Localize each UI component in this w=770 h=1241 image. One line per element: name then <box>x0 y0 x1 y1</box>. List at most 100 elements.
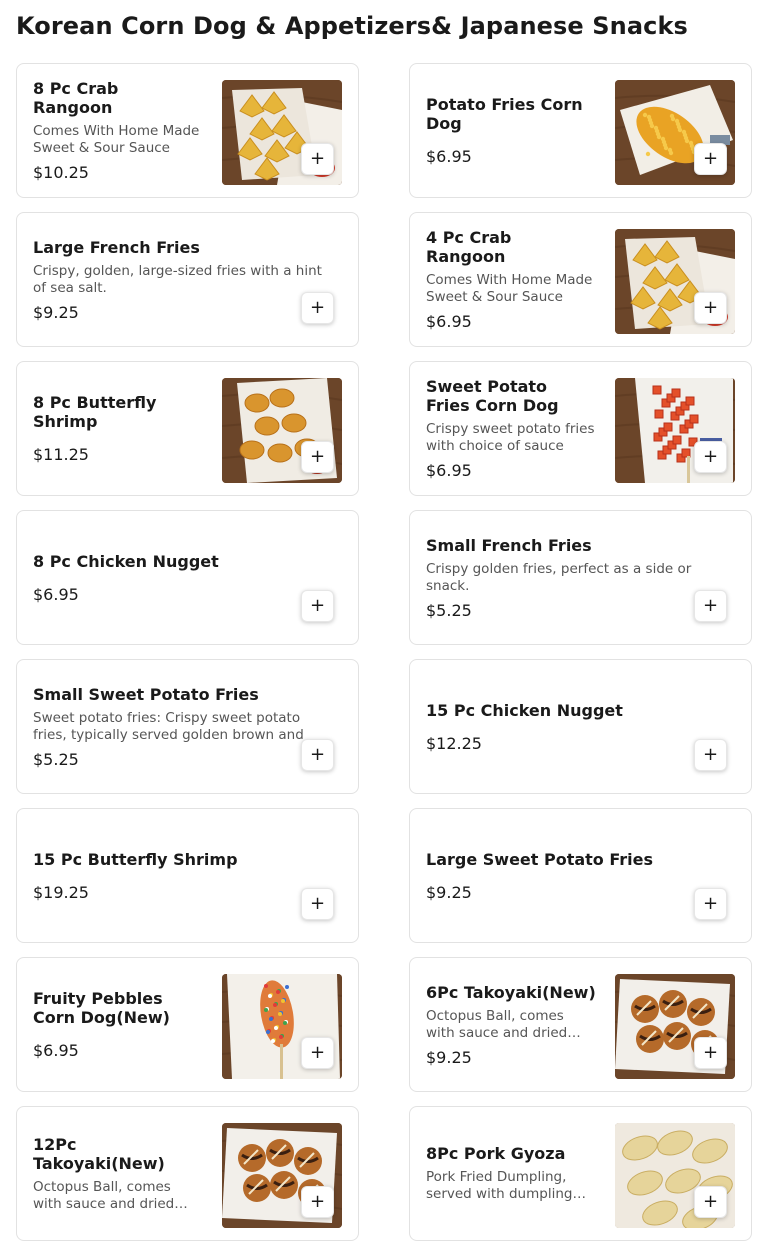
add-to-cart-button[interactable]: + <box>694 590 727 622</box>
menu-item-card[interactable]: Potato Fries Corn Dog $6.95 + <box>409 63 752 198</box>
menu-item-description: Sweet potato fries: Crispy sweet potato … <box>33 709 304 743</box>
add-to-cart-button[interactable]: + <box>301 888 334 920</box>
plus-icon: + <box>702 1190 719 1212</box>
menu-item-card[interactable]: 8 Pc Chicken Nugget $6.95 + <box>16 510 359 645</box>
menu-item-price: $10.25 <box>33 163 89 182</box>
menu-item-price: $5.25 <box>426 600 472 620</box>
plus-icon: + <box>309 445 326 467</box>
menu-item-description: Octopus Ball, comes with sauce and dried… <box>33 1178 175 1212</box>
add-to-cart-button[interactable]: + <box>694 1186 727 1218</box>
menu-item-text: Large Sweet Potato Fries $9.25 <box>426 809 726 942</box>
add-to-cart-button[interactable]: + <box>301 739 334 771</box>
menu-item-card[interactable]: Large Sweet Potato Fries $9.25 + <box>409 808 752 943</box>
menu-item-card[interactable]: 8Pc Pork Gyoza Pork Fried Dumpling, serve… <box>409 1106 752 1241</box>
plus-icon: + <box>702 594 719 616</box>
menu-item-name: Sweet Potato Fries Corn Dog <box>426 377 559 415</box>
menu-item-name: 8 Pc Crab Rangoon <box>33 79 119 117</box>
menu-item-card[interactable]: Fruity Pebbles Corn Dog(New) $6.95 + <box>16 957 359 1092</box>
menu-item-description: Crispy sweet potato fries with choice of… <box>426 421 595 454</box>
plus-icon: + <box>702 296 719 318</box>
menu-item-card[interactable]: Small French Fries Crispy golden fries, p… <box>409 510 752 645</box>
menu-item-name: 8 Pc Chicken Nugget <box>33 551 219 571</box>
menu-item-name: Large Sweet Potato Fries <box>426 849 654 869</box>
add-to-cart-button[interactable]: + <box>301 590 334 622</box>
menu-item-text: 12Pc Takoyaki(New) Octopus Ball, comes wi… <box>33 1107 203 1240</box>
add-to-cart-button[interactable]: + <box>301 1037 334 1069</box>
menu-item-text: 15 Pc Chicken Nugget $12.25 <box>426 660 726 793</box>
menu-item-name: 6Pc Takoyaki(New) <box>426 982 596 1002</box>
add-to-cart-button[interactable]: + <box>694 888 727 920</box>
add-to-cart-button[interactable]: + <box>694 739 727 771</box>
menu-item-text: 15 Pc Butterfly Shrimp $19.25 <box>33 809 333 942</box>
menu-item-price: $6.95 <box>33 1041 79 1060</box>
plus-icon: + <box>702 743 719 765</box>
menu-item-name: Small Sweet Potato Fries <box>33 684 259 704</box>
menu-item-card[interactable]: 4 Pc Crab Rangoon Comes With Home Made Sw… <box>409 212 752 347</box>
menu-item-description: Crispy golden fries, perfect as a side o… <box>426 560 692 594</box>
menu-item-card[interactable]: Sweet Potato Fries Corn Dog Crispy sweet … <box>409 361 752 496</box>
plus-icon: + <box>309 1041 326 1063</box>
menu-item-price: $9.25 <box>426 1047 472 1067</box>
menu-item-name: Potato Fries Corn Dog <box>426 95 583 133</box>
menu-item-card[interactable]: 12Pc Takoyaki(New) Octopus Ball, comes wi… <box>16 1106 359 1241</box>
add-to-cart-button[interactable]: + <box>694 143 727 175</box>
menu-item-name: 8Pc Pork Gyoza <box>426 1144 566 1163</box>
plus-icon: + <box>309 892 326 914</box>
section-title: Korean Corn Dog & Appetizers& Japanese S… <box>16 12 688 40</box>
menu-item-name: 4 Pc Crab Rangoon <box>426 228 512 266</box>
menu-item-price: $6.95 <box>426 147 472 166</box>
menu-item-name: 15 Pc Chicken Nugget <box>426 700 623 720</box>
menu-item-description: Crispy, golden, large-sized fries with a… <box>33 262 322 296</box>
plus-icon: + <box>702 147 719 169</box>
menu-item-card[interactable]: Large French Fries Crispy, golden, large-… <box>16 212 359 347</box>
plus-icon: + <box>309 1190 326 1212</box>
menu-item-text: 6Pc Takoyaki(New) Octopus Ball, comes wit… <box>426 958 596 1091</box>
menu-item-price: $19.25 <box>33 882 89 902</box>
menu-item-name: 8 Pc Butterfly Shrimp <box>33 393 157 431</box>
menu-item-description: Octopus Ball, comes with sauce and dried… <box>426 1007 568 1041</box>
plus-icon: + <box>702 892 719 914</box>
add-to-cart-button[interactable]: + <box>301 1186 334 1218</box>
menu-item-price: $6.95 <box>426 312 472 331</box>
menu-item-name: Fruity Pebbles Corn Dog(New) <box>33 989 170 1027</box>
plus-icon: + <box>309 594 326 616</box>
menu-item-card[interactable]: 8 Pc Crab Rangoon Comes With Home Made Sw… <box>16 63 359 198</box>
menu-item-text: Large French Fries Crispy, golden, large-… <box>33 213 333 346</box>
plus-icon: + <box>309 296 326 318</box>
menu-item-text: 8 Pc Butterfly Shrimp $11.25 <box>33 362 203 495</box>
menu-item-name: 12Pc Takoyaki(New) <box>33 1134 165 1173</box>
menu-item-text: Potato Fries Corn Dog $6.95 <box>426 64 596 197</box>
menu-item-text: 8 Pc Chicken Nugget $6.95 <box>33 511 333 644</box>
menu-item-description: Pork Fried Dumpling, served with dumplin… <box>426 1169 573 1202</box>
menu-item-name: 15 Pc Butterfly Shrimp <box>33 849 238 869</box>
menu-item-price: $6.95 <box>33 584 79 604</box>
menu-item-text: 8 Pc Crab Rangoon Comes With Home Made Sw… <box>33 64 203 197</box>
menu-item-text: 8Pc Pork Gyoza Pork Fried Dumpling, serve… <box>426 1107 596 1240</box>
menu-item-card[interactable]: 6Pc Takoyaki(New) Octopus Ball, comes wit… <box>409 957 752 1092</box>
menu-item-price: $9.25 <box>426 882 472 902</box>
plus-icon: + <box>309 147 326 169</box>
menu-item-price: $11.25 <box>33 445 89 464</box>
menu-item-price: $6.95 <box>426 461 472 480</box>
menu-item-card[interactable]: 8 Pc Butterfly Shrimp $11.25 + <box>16 361 359 496</box>
plus-icon: + <box>309 743 326 765</box>
add-to-cart-button[interactable]: + <box>301 143 334 175</box>
menu-item-card[interactable]: 15 Pc Butterfly Shrimp $19.25 + <box>16 808 359 943</box>
menu-item-text: Fruity Pebbles Corn Dog(New) $6.95 <box>33 958 203 1091</box>
add-to-cart-button[interactable]: + <box>694 1037 727 1069</box>
menu-item-card[interactable]: 15 Pc Chicken Nugget $12.25 + <box>409 659 752 794</box>
menu-item-name: Small French Fries <box>426 535 592 555</box>
menu-item-price: $12.25 <box>426 733 482 753</box>
menu-item-text: 4 Pc Crab Rangoon Comes With Home Made Sw… <box>426 213 596 346</box>
add-to-cart-button[interactable]: + <box>301 441 334 473</box>
plus-icon: + <box>702 445 719 467</box>
menu-item-text: Small French Fries Crispy golden fries, p… <box>426 511 726 644</box>
add-to-cart-button[interactable]: + <box>694 292 727 324</box>
menu-item-card[interactable]: Small Sweet Potato Fries Sweet potato fri… <box>16 659 359 794</box>
add-to-cart-button[interactable]: + <box>694 441 727 473</box>
menu-item-price: $5.25 <box>33 749 79 769</box>
menu-item-price: $9.25 <box>33 302 79 322</box>
add-to-cart-button[interactable]: + <box>301 292 334 324</box>
menu-item-name: Large French Fries <box>33 237 200 257</box>
menu-item-description: Comes With Home Made Sweet & Sour Sauce <box>426 272 593 305</box>
